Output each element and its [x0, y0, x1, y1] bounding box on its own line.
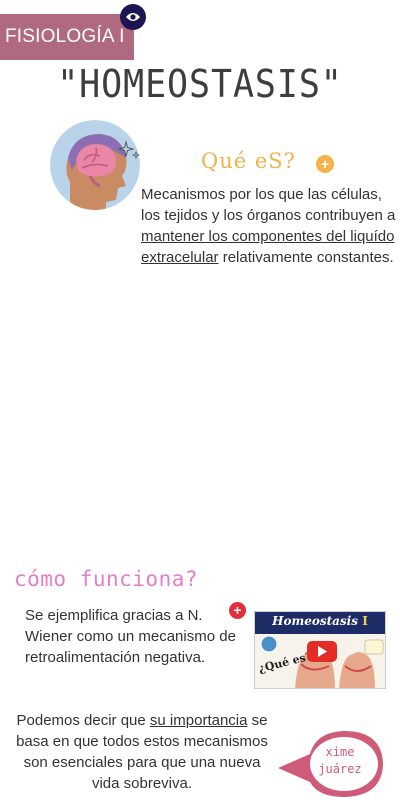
definition-text-start: Mecanismos por los que las células, los … — [141, 186, 396, 224]
eye-icon — [126, 13, 140, 21]
sparkle-icon — [118, 140, 141, 160]
importancia-text: Podemos decir que su importancia se basa… — [8, 710, 276, 794]
video-title: Homeostasis I — [255, 612, 385, 634]
brain-illustration — [50, 120, 140, 210]
author-first-name: xime — [325, 745, 355, 759]
course-label: FISIOLOGÍA I — [5, 26, 125, 47]
author-signature: xime juárez — [305, 744, 375, 778]
video-thumbnail[interactable]: Homeostasis I ¿Qué es? — [254, 611, 386, 689]
definition-text: Mecanismos por los que las células, los … — [141, 184, 397, 268]
play-icon — [318, 646, 327, 657]
course-banner: FISIOLOGÍA I — [0, 14, 134, 60]
section-heading-como-funciona: cómo funciona? — [14, 567, 199, 591]
add-button-que-es[interactable]: + — [316, 155, 334, 173]
play-button[interactable] — [307, 641, 337, 662]
definition-text-end: relativamente constantes. — [218, 249, 394, 266]
author-last-name: juárez — [318, 762, 362, 776]
funcionamiento-text: Se ejemplifica gracias a N. Wiener como … — [25, 607, 236, 666]
eye-button[interactable] — [120, 4, 146, 30]
importancia-text-start: Podemos decir que — [16, 712, 150, 729]
section-heading-que-es: Qué eS? — [201, 149, 296, 173]
page-title: "HOMEOSTASIS" — [57, 62, 343, 106]
add-button-como-funciona[interactable]: + — [229, 602, 246, 619]
importancia-link[interactable]: su importancia — [150, 712, 248, 729]
